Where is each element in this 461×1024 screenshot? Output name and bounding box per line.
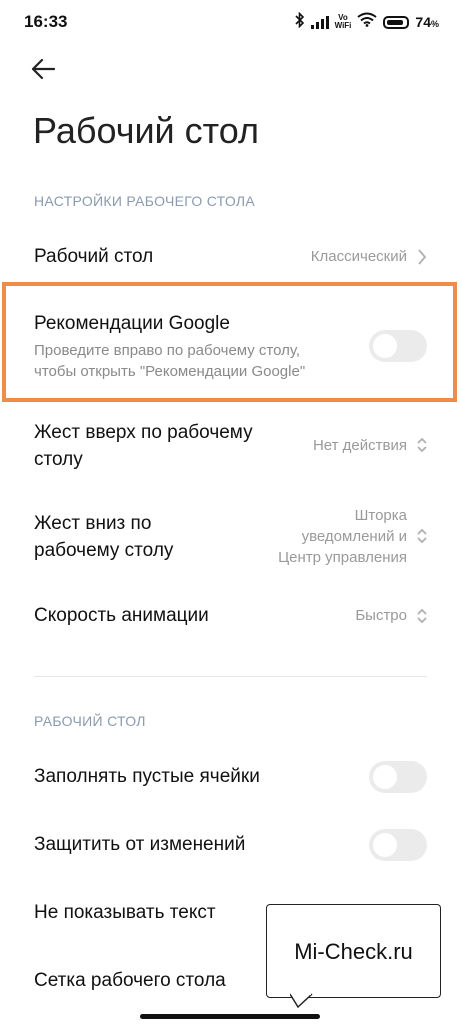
watermark-bubble: Mi-Check.ru [266,904,441,998]
setting-fill-empty-cells-label: Заполнять пустые ячейки [34,766,260,787]
cellular-signal-icon [310,15,329,29]
vowifi-label-bottom: WiFi [334,21,352,30]
setting-animation-speed[interactable]: Скорость анимации Быстро [0,592,461,640]
chevron-updown-icon [415,526,429,546]
arrow-left-icon [28,58,58,88]
setting-fill-empty-cells[interactable]: Заполнять пустые ячейки [0,752,461,802]
setting-desktop-grid-label: Сетка рабочего стола [34,970,226,991]
vowifi-icon: Vo WiFi [335,14,352,30]
section-header-desktop-settings: НАСТРОЙКИ РАБОЧЕГО СТОЛА [34,193,256,209]
setting-swipe-down-gesture[interactable]: Жест вниз по рабочему столу Шторка уведо… [0,498,461,582]
setting-animation-speed-value: Быстро [355,607,407,624]
battery-percent: 74% [415,14,439,30]
chevron-updown-icon [415,435,429,455]
chevron-updown-icon [415,606,429,626]
back-button[interactable] [28,54,64,86]
protect-changes-toggle[interactable] [369,829,427,861]
setting-desktop-mode-label: Рабочий стол [34,246,154,267]
setting-desktop-mode[interactable]: Рабочий стол Классический [0,232,461,282]
setting-hide-text-label: Не показывать текст [34,902,216,923]
setting-swipe-up-value: Нет действия [312,437,407,454]
setting-swipe-down-value-line1: Шторка [354,507,407,524]
setting-swipe-up-gesture[interactable]: Жест вверх по рабочему столу Нет действи… [0,412,461,482]
setting-protect-changes[interactable]: Защитить от изменений [0,820,461,870]
section-header-desktop: РАБОЧИЙ СТОЛ [34,713,146,729]
setting-swipe-up-label-line2: столу [34,449,83,470]
status-icons: Vo WiFi 74% [295,11,439,33]
setting-swipe-down-value-line3: Центр управления [278,549,407,566]
page-title: Рабочий стол [33,110,259,151]
highlight-frame [2,282,457,402]
setting-protect-changes-label: Защитить от изменений [34,834,246,855]
setting-swipe-down-value-line2: уведомлений и [301,528,407,545]
status-bar: 16:33 Vo WiFi 74% [0,0,461,44]
status-time: 16:33 [24,12,68,31]
toggle-knob [373,765,397,789]
setting-swipe-down-label-line2: рабочему столу [34,540,174,561]
bluetooth-icon [295,11,305,33]
setting-swipe-up-label-line1: Жест вверх по рабочему [34,422,253,443]
fill-empty-cells-toggle[interactable] [369,761,427,793]
setting-animation-speed-label: Скорость анимации [34,605,209,626]
section-divider [34,676,427,677]
chevron-right-icon [415,247,429,267]
battery-icon [383,15,410,29]
speech-bubble-tail-icon [289,993,320,1014]
wifi-icon [357,12,378,32]
setting-desktop-mode-value: Классический [310,248,407,265]
setting-swipe-down-label-line1: Жест вниз по [34,513,152,534]
home-indicator[interactable] [140,1014,320,1019]
watermark-text: Mi-Check.ru [294,939,413,964]
toggle-knob [373,833,397,857]
